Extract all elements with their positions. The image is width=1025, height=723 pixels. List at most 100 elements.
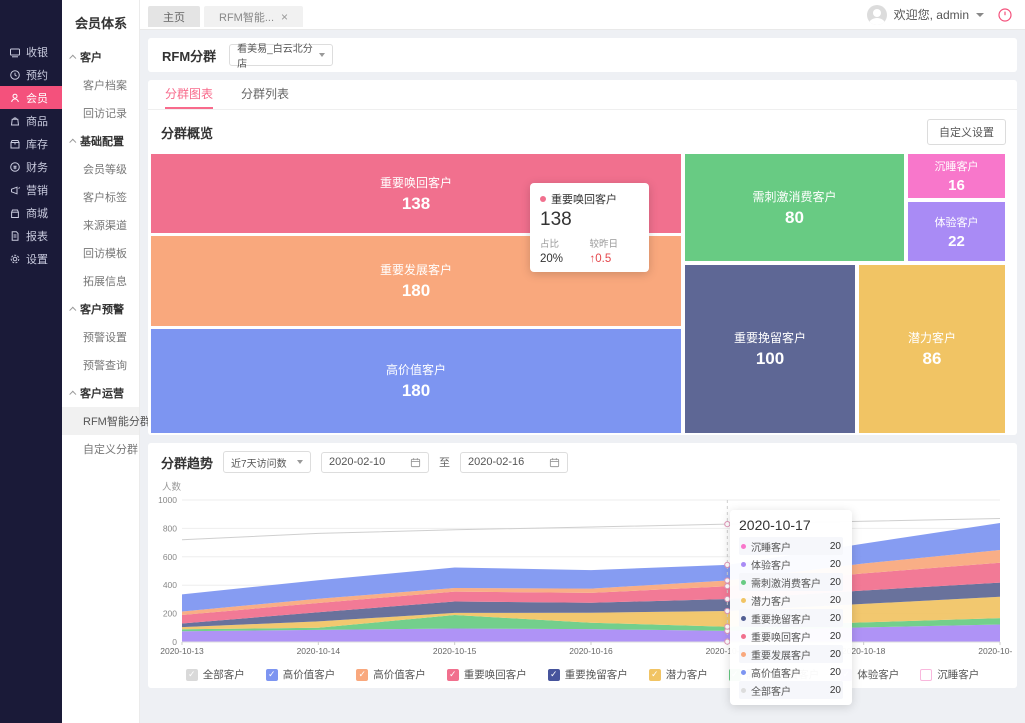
sidebar-item-source-channel[interactable]: 来源渠道 bbox=[62, 211, 139, 239]
segment-treemap: 重要唤回客户138 重要发展客户180 高价值客户180 需刺激消费客户80 沉… bbox=[151, 152, 1014, 435]
tab-segment-chart[interactable]: 分群图表 bbox=[165, 80, 213, 109]
treemap-tile[interactable]: 重要挽留客户100 bbox=[685, 265, 855, 433]
submenu-group-customer[interactable]: 客户 bbox=[62, 43, 139, 71]
sidebar-item-visit-records[interactable]: 回访记录 bbox=[62, 99, 139, 127]
metric-select[interactable]: 近7天访问数 bbox=[223, 451, 311, 473]
nav-item-label: 报表 bbox=[26, 228, 48, 244]
sidebar-item-customer-archive[interactable]: 客户档案 bbox=[62, 71, 139, 99]
tab-home[interactable]: 主页 bbox=[148, 6, 200, 27]
filter-label: RFM分群 bbox=[162, 46, 216, 65]
marketing-icon bbox=[9, 184, 21, 196]
svg-text:1000: 1000 bbox=[158, 495, 177, 505]
close-icon[interactable]: × bbox=[281, 10, 288, 24]
nav-item-goods[interactable]: 商品 bbox=[0, 109, 62, 132]
series-dot bbox=[741, 652, 746, 657]
tooltip-series-label: 重要唤回客户 bbox=[551, 191, 617, 207]
chevron-down-icon bbox=[319, 53, 325, 57]
nav-item-marketing[interactable]: 营销 bbox=[0, 178, 62, 201]
trend-chart-area: 020040060080010002020-10-132020-10-14202… bbox=[154, 494, 1011, 662]
nav-item-stock[interactable]: 库存 bbox=[0, 132, 62, 155]
series-dot bbox=[741, 544, 746, 549]
tab-rfm[interactable]: RFM智能... × bbox=[204, 6, 303, 27]
legend-item-winback[interactable]: 重要唤回客户 bbox=[447, 667, 527, 682]
nav-item-mall[interactable]: 商城 bbox=[0, 201, 62, 224]
svg-text:2020-10-16: 2020-10-16 bbox=[569, 646, 613, 656]
trend-card: 分群趋势 近7天访问数 2020-02-10 至 2020-02-16 bbox=[148, 443, 1017, 688]
treemap-tile[interactable]: 高价值客户180 bbox=[151, 329, 681, 433]
trend-title: 分群趋势 bbox=[161, 453, 213, 472]
settings-icon bbox=[9, 253, 21, 265]
legend-item-high-value[interactable]: 高价值客户 bbox=[266, 667, 336, 682]
treemap-tooltip: 重要唤回客户 138 占比 20% 较昨日 ↑0.5 bbox=[530, 183, 649, 272]
sidebar-item-alert-settings[interactable]: 预警设置 bbox=[62, 323, 139, 351]
chevron-up-icon bbox=[69, 306, 76, 313]
legend-item-potential[interactable]: 潜力客户 bbox=[649, 667, 708, 682]
sidebar-item-custom-segment[interactable]: 自定义分群 bbox=[62, 435, 139, 463]
tooltip-row: 重要发展客户20 bbox=[739, 645, 843, 663]
svg-text:200: 200 bbox=[163, 609, 177, 619]
nav-item-label: 商城 bbox=[26, 205, 48, 221]
submenu-group-alert[interactable]: 客户预警 bbox=[62, 295, 139, 323]
nav-item-label: 营销 bbox=[26, 182, 48, 198]
legend-item-dormant[interactable]: 沉睡客户 bbox=[920, 667, 979, 682]
tooltip-row: 需刺激消费客户20 bbox=[739, 573, 843, 591]
trend-chart[interactable]: 020040060080010002020-10-132020-10-14202… bbox=[154, 494, 1012, 662]
goods-icon bbox=[9, 115, 21, 127]
chart-legend: 全部客户 高价值客户 高价值客户 重要唤回客户 重要挽留客户 潜力客户 需刺激消… bbox=[148, 662, 1017, 688]
checkbox-icon bbox=[920, 669, 932, 681]
treemap-tile[interactable]: 沉睡客户16 bbox=[908, 154, 1005, 198]
sidebar-item-alert-query[interactable]: 预警查询 bbox=[62, 351, 139, 379]
treemap-tile[interactable]: 潜力客户86 bbox=[859, 265, 1005, 433]
stock-icon bbox=[9, 138, 21, 150]
legend-item-develop[interactable]: 高价值客户 bbox=[356, 667, 426, 682]
date-range-separator: 至 bbox=[439, 454, 450, 470]
series-dot bbox=[741, 580, 746, 585]
date-to-input[interactable]: 2020-02-16 bbox=[460, 452, 568, 473]
chevron-down-icon bbox=[297, 460, 303, 464]
logout-icon[interactable] bbox=[997, 7, 1013, 23]
svg-text:600: 600 bbox=[163, 552, 177, 562]
primary-sidebar: 收银 预约 会员 商品 库存 财务 营销 商城 bbox=[0, 0, 62, 723]
nav-item-label: 财务 bbox=[26, 159, 48, 175]
store-select[interactable]: 看美易_白云北分店 bbox=[229, 44, 333, 66]
submenu-group-operation[interactable]: 客户运营 bbox=[62, 379, 139, 407]
chevron-down-icon[interactable] bbox=[976, 13, 984, 17]
legend-item-retain[interactable]: 重要挽留客户 bbox=[548, 667, 628, 682]
nav-item-report[interactable]: 报表 bbox=[0, 224, 62, 247]
submenu-group-basic-config[interactable]: 基础配置 bbox=[62, 127, 139, 155]
nav-item-finance[interactable]: 财务 bbox=[0, 155, 62, 178]
checkbox-icon bbox=[649, 669, 661, 681]
nav-item-label: 设置 bbox=[26, 251, 48, 267]
nav-item-label: 会员 bbox=[26, 90, 48, 106]
sidebar-item-rfm-segment[interactable]: RFM智能分群 bbox=[62, 407, 139, 435]
nav-item-cashier[interactable]: 收银 bbox=[0, 40, 62, 63]
sidebar-item-customer-tags[interactable]: 客户标签 bbox=[62, 183, 139, 211]
chevron-up-icon bbox=[69, 54, 76, 61]
treemap-tile[interactable]: 需刺激消费客户80 bbox=[685, 154, 904, 261]
date-from-input[interactable]: 2020-02-10 bbox=[321, 452, 429, 473]
y-axis-label: 人数 bbox=[162, 479, 1017, 493]
sidebar-item-extend-info[interactable]: 拓展信息 bbox=[62, 267, 139, 295]
tooltip-col-label: 较昨日 bbox=[590, 236, 640, 250]
custom-settings-button[interactable]: 自定义设置 bbox=[927, 119, 1006, 145]
svg-text:400: 400 bbox=[163, 580, 177, 590]
checkbox-icon bbox=[356, 669, 368, 681]
sidebar-item-member-level[interactable]: 会员等级 bbox=[62, 155, 139, 183]
calendar-icon bbox=[549, 457, 560, 468]
tab-segment-list[interactable]: 分群列表 bbox=[241, 80, 289, 109]
series-dot bbox=[741, 616, 746, 621]
nav-item-booking[interactable]: 预约 bbox=[0, 63, 62, 86]
welcome-text[interactable]: 欢迎您, admin bbox=[894, 6, 969, 23]
nav-item-settings[interactable]: 设置 bbox=[0, 247, 62, 270]
nav-item-member[interactable]: 会员 bbox=[0, 86, 62, 109]
tooltip-row: 高价值客户20 bbox=[739, 663, 843, 681]
topbar: 主页 RFM智能... × 欢迎您, admin bbox=[140, 0, 1025, 30]
nav-item-label: 收银 bbox=[26, 44, 48, 60]
legend-item-all[interactable]: 全部客户 bbox=[186, 667, 245, 682]
sidebar-item-visit-template[interactable]: 回访模板 bbox=[62, 239, 139, 267]
app-root: 收银 预约 会员 商品 库存 财务 营销 商城 bbox=[0, 0, 1025, 723]
chevron-up-icon bbox=[69, 390, 76, 397]
series-dot bbox=[540, 196, 546, 202]
treemap-tile[interactable]: 体验客户22 bbox=[908, 202, 1005, 261]
panel-tabs: 分群图表 分群列表 bbox=[148, 80, 1017, 110]
